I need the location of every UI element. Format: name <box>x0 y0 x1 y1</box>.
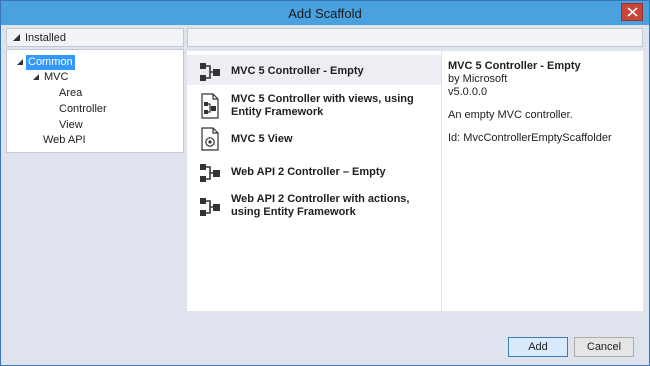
details-author: by Microsoft <box>448 73 508 85</box>
details-spacer <box>448 99 637 109</box>
controller-icon <box>200 164 220 182</box>
details-pane: MVC 5 Controller - Empty by Microsoft v5… <box>442 51 643 311</box>
list-item-mvc5-controller-with-views[interactable]: MVC 5 Controller with views, using Entit… <box>187 89 441 121</box>
installed-label: Installed <box>25 32 66 44</box>
details-description: An empty MVC controller. <box>448 109 573 121</box>
title-bar[interactable]: Add Scaffold <box>1 1 649 25</box>
details-spacer <box>448 122 637 132</box>
tree-node-label: MVC <box>44 71 69 83</box>
item-label: MVC 5 Controller with views, using Entit… <box>231 93 414 118</box>
tree-node-mvc[interactable]: MVC <box>7 70 183 85</box>
tree-node-label: Controller <box>59 103 107 115</box>
details-title: MVC 5 Controller - Empty <box>448 60 581 72</box>
scaffold-list: MVC 5 Controller - Empty MVC 5 Controlle… <box>187 51 441 311</box>
item-label: MVC 5 Controller - Empty <box>231 65 364 77</box>
dialog-title: Add Scaffold <box>288 6 362 21</box>
details-id: Id: MvcControllerEmptyScaffolder <box>448 132 612 144</box>
tree-node-area[interactable]: Area <box>7 86 183 101</box>
installed-header[interactable]: Installed <box>6 28 184 47</box>
details-version: v5.0.0.0 <box>448 86 488 98</box>
collapse-triangle-icon <box>13 34 20 41</box>
view-file-icon <box>201 127 219 151</box>
item-label: Web API 2 Controller with actions, using… <box>231 193 410 218</box>
add-scaffold-dialog: Add Scaffold Installed Common MVC Area C… <box>0 0 650 366</box>
tree-node-label: Common <box>26 55 75 70</box>
list-item-webapi2-controller-empty[interactable]: Web API 2 Controller – Empty <box>187 159 441 187</box>
add-button[interactable]: Add <box>508 337 568 357</box>
list-header-bar <box>187 28 643 47</box>
controller-icon <box>200 63 220 81</box>
close-icon <box>627 7 638 17</box>
category-tree: Common MVC Area Controller View Web API <box>6 49 184 153</box>
tree-node-label: Web API <box>43 134 86 146</box>
tree-node-web-api[interactable]: Web API <box>7 133 183 148</box>
tree-node-controller[interactable]: Controller <box>7 102 183 117</box>
expanded-triangle-icon <box>33 74 39 80</box>
cancel-button[interactable]: Cancel <box>574 337 634 357</box>
item-label: MVC 5 View <box>231 133 293 145</box>
tree-node-common[interactable]: Common <box>7 55 183 70</box>
list-item-mvc5-controller-empty[interactable]: MVC 5 Controller - Empty <box>187 55 441 85</box>
close-button[interactable] <box>621 3 643 21</box>
controller-icon <box>200 198 220 216</box>
list-item-webapi2-controller-with-actions[interactable]: Web API 2 Controller with actions, using… <box>187 191 441 223</box>
tree-node-view[interactable]: View <box>7 118 183 133</box>
expanded-triangle-icon <box>17 59 23 65</box>
controller-views-icon <box>201 93 219 119</box>
tree-node-label: Area <box>59 87 83 99</box>
item-label: Web API 2 Controller – Empty <box>231 166 386 178</box>
list-item-mvc5-view[interactable]: MVC 5 View <box>187 125 441 153</box>
tree-node-label: View <box>59 119 83 131</box>
